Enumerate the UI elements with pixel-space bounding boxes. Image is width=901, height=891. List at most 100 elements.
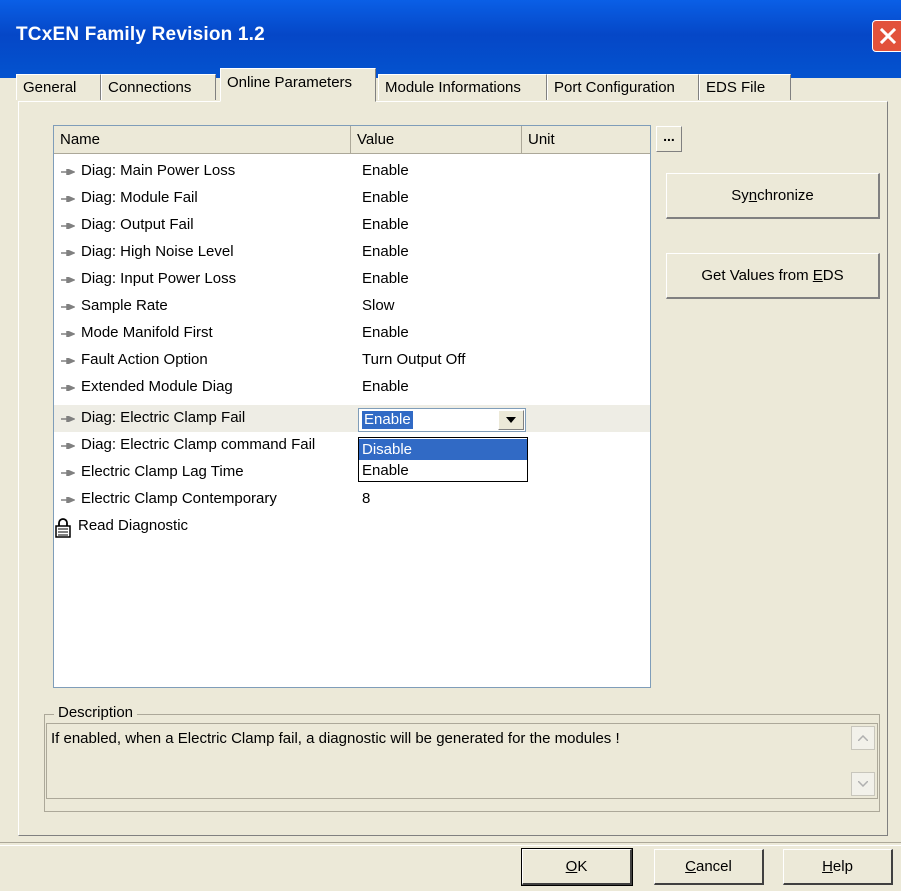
table-row[interactable]: Electric Clamp Contemporary 8 bbox=[54, 486, 650, 513]
parameter-arrow-icon bbox=[61, 470, 75, 476]
parameter-value: Slow bbox=[362, 297, 395, 314]
description-textbox[interactable]: If enabled, when a Electric Clamp fail, … bbox=[46, 723, 878, 799]
column-header-label: Unit bbox=[528, 131, 555, 148]
parameter-arrow-icon bbox=[61, 385, 75, 391]
get-values-from-eds-button[interactable]: Get Values from EDS bbox=[666, 253, 880, 299]
chevron-up-icon bbox=[858, 735, 868, 741]
tab-label: Module Informations bbox=[385, 79, 521, 96]
ok-button[interactable]: OK bbox=[521, 848, 633, 886]
dropdown-list: Disable Enable bbox=[358, 437, 528, 482]
column-header-label: Value bbox=[357, 131, 395, 148]
select-current-value: Enable bbox=[362, 411, 413, 429]
scroll-down-button[interactable] bbox=[851, 772, 875, 796]
button-label: Synchronize bbox=[731, 187, 814, 204]
parameter-name: Sample Rate bbox=[81, 297, 168, 314]
parameter-value: 8 bbox=[362, 490, 371, 507]
parameter-name: Fault Action Option bbox=[81, 351, 208, 368]
parameter-arrow-icon bbox=[61, 443, 75, 449]
scroll-up-button[interactable] bbox=[851, 726, 875, 750]
dropdown-option-disable[interactable]: Disable bbox=[359, 439, 527, 460]
window-title: TCxEN Family Revision 1.2 bbox=[16, 24, 265, 45]
parameter-arrow-icon bbox=[61, 250, 75, 256]
close-icon bbox=[879, 27, 897, 45]
parameter-name: Mode Manifold First bbox=[81, 324, 213, 341]
description-text: If enabled, when a Electric Clamp fail, … bbox=[51, 730, 620, 747]
title-bar[interactable]: TCxEN Family Revision 1.2 bbox=[0, 0, 901, 78]
table-row-selected[interactable]: Diag: Electric Clamp Fail bbox=[54, 405, 650, 432]
column-header-unit[interactable]: Unit bbox=[522, 126, 650, 153]
table-row[interactable]: Fault Action Option Turn Output Off bbox=[54, 347, 650, 374]
parameter-arrow-icon bbox=[61, 416, 75, 422]
tab-general[interactable]: General bbox=[16, 74, 101, 100]
parameter-arrow-icon bbox=[61, 277, 75, 283]
tab-label: Port Configuration bbox=[554, 79, 675, 96]
table-row[interactable]: Diag: Module Fail Enable bbox=[54, 185, 650, 212]
table-row[interactable]: Diag: Main Power Loss Enable bbox=[54, 158, 650, 185]
tab-label: Online Parameters bbox=[227, 74, 353, 91]
table-row[interactable]: Electric Clamp Lag Time bbox=[54, 459, 650, 486]
chevron-down-icon bbox=[506, 417, 516, 423]
tab-connections[interactable]: Connections bbox=[101, 74, 216, 100]
parameter-name: Diag: Output Fail bbox=[81, 216, 194, 233]
tab-module-informations[interactable]: Module Informations bbox=[378, 74, 547, 100]
button-label: Get Values from EDS bbox=[701, 267, 844, 284]
dropdown-button[interactable] bbox=[498, 410, 524, 430]
parameter-name: Diag: Input Power Loss bbox=[81, 270, 237, 287]
column-header-name[interactable]: Name bbox=[54, 126, 351, 153]
parameter-value: Enable bbox=[362, 216, 409, 233]
table-row[interactable]: Mode Manifold First Enable bbox=[54, 320, 650, 347]
ellipsis-button[interactable]: ... bbox=[656, 126, 682, 152]
cancel-button[interactable]: Cancel bbox=[654, 849, 764, 885]
parameter-arrow-icon bbox=[61, 223, 75, 229]
group-row-read-diagnostic[interactable]: Read Diagnostic bbox=[54, 513, 650, 540]
table-row[interactable]: Extended Module Diag Enable bbox=[54, 374, 650, 401]
table-row[interactable]: Sample Rate Slow bbox=[54, 293, 650, 320]
synchronize-button[interactable]: Synchronize bbox=[666, 173, 880, 219]
parameter-value: Turn Output Off bbox=[362, 351, 466, 368]
table-row[interactable]: Diag: High Noise Level Enable bbox=[54, 239, 650, 266]
button-label: Help bbox=[822, 858, 853, 875]
parameter-arrow-icon bbox=[61, 331, 75, 337]
table-row[interactable]: Diag: Output Fail Enable bbox=[54, 212, 650, 239]
close-button[interactable] bbox=[872, 20, 901, 52]
tab-label: General bbox=[23, 79, 77, 96]
group-name: Read Diagnostic bbox=[78, 517, 189, 534]
table-row[interactable]: Diag: Electric Clamp command Fail bbox=[54, 432, 650, 459]
parameter-arrow-icon bbox=[61, 304, 75, 310]
parameter-value: Enable bbox=[362, 243, 409, 260]
tab-eds-file[interactable]: EDS File bbox=[699, 74, 791, 100]
parameter-name: Diag: Electric Clamp Fail bbox=[81, 409, 246, 426]
parameter-name: Diag: Electric Clamp command Fail bbox=[81, 436, 316, 453]
parameter-arrow-icon bbox=[61, 169, 75, 175]
dropdown-option-enable[interactable]: Enable bbox=[359, 460, 527, 481]
parameter-arrow-icon bbox=[61, 358, 75, 364]
separator bbox=[0, 842, 901, 846]
button-label: OK bbox=[565, 858, 588, 875]
parameter-arrow-icon bbox=[61, 497, 75, 503]
tab-port-configuration[interactable]: Port Configuration bbox=[547, 74, 699, 100]
button-label: Cancel bbox=[685, 858, 732, 875]
tab-online-parameters[interactable]: Online Parameters bbox=[220, 68, 376, 102]
parameter-arrow-icon bbox=[61, 196, 75, 202]
parameter-value: Enable bbox=[362, 378, 409, 395]
column-header-label: Name bbox=[60, 131, 101, 148]
value-select[interactable]: Enable bbox=[358, 408, 526, 432]
chevron-down-icon bbox=[858, 781, 868, 787]
table-row[interactable]: Diag: Input Power Loss Enable bbox=[54, 266, 650, 293]
description-legend: Description bbox=[54, 704, 138, 721]
parameter-value: Enable bbox=[362, 162, 409, 179]
grid-header: Name Value Unit bbox=[54, 126, 650, 154]
help-button[interactable]: Help bbox=[783, 849, 893, 885]
tab-label: EDS File bbox=[706, 79, 766, 96]
parameter-name: Electric Clamp Lag Time bbox=[81, 463, 244, 480]
lock-icon bbox=[55, 518, 71, 538]
parameter-value: Enable bbox=[362, 270, 409, 287]
parameter-value: Enable bbox=[362, 324, 409, 341]
tab-label: Connections bbox=[108, 79, 192, 96]
parameter-name: Diag: High Noise Level bbox=[81, 243, 234, 260]
parameter-name: Electric Clamp Contemporary bbox=[81, 490, 277, 507]
parameter-name: Extended Module Diag bbox=[81, 378, 233, 395]
column-header-value[interactable]: Value bbox=[351, 126, 522, 153]
description-scrollbar[interactable] bbox=[851, 726, 875, 796]
dialog-window: TCxEN Family Revision 1.2 General Connec… bbox=[0, 0, 901, 891]
